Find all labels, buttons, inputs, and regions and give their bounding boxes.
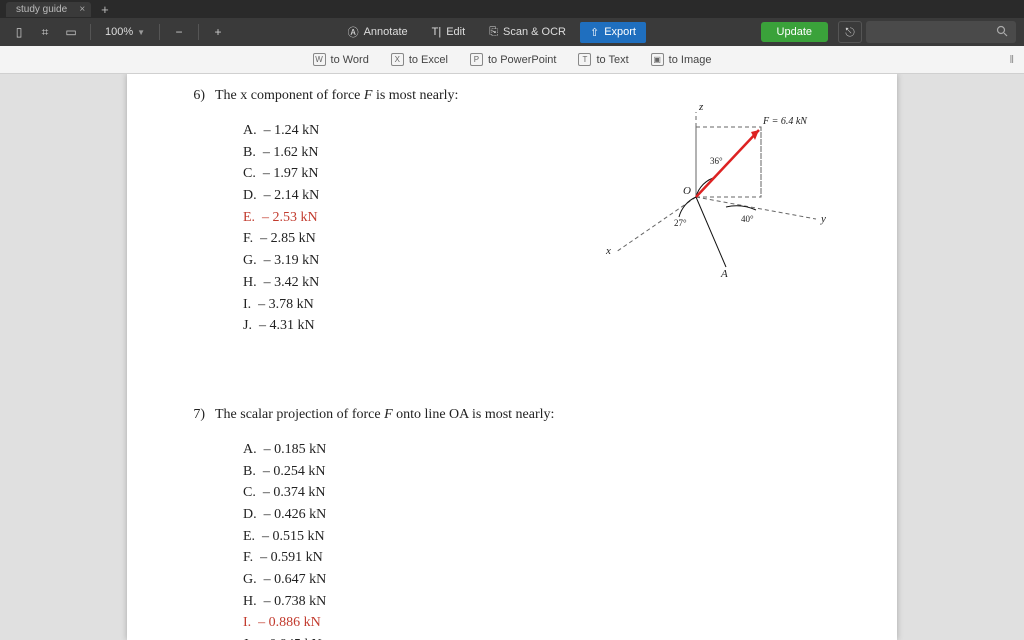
origin-label: O: [683, 185, 691, 197]
ppt-icon: P: [470, 53, 483, 66]
to-word-button[interactable]: W to Word: [313, 53, 369, 66]
to-text-button[interactable]: T to Text: [578, 53, 628, 66]
view-mode-icon[interactable]: ▭: [60, 22, 82, 42]
zoom-control[interactable]: 100% ▼: [99, 26, 151, 38]
annotate-label: Annotate: [364, 26, 408, 38]
annotate-icon: Ⓐ: [348, 24, 359, 40]
answer-option: J. – 0.945 kN: [243, 634, 837, 640]
text-icon: T: [578, 53, 591, 66]
document-page: 6) The x component of force F is most ne…: [127, 74, 897, 640]
q6-text-a: The x component of force: [215, 88, 364, 103]
separator: [90, 24, 91, 40]
answer-option: A. – 0.185 kN: [243, 439, 837, 461]
axis-y-label: y: [820, 213, 826, 225]
update-label: Update: [777, 26, 812, 38]
annotate-button[interactable]: Ⓐ Annotate: [338, 20, 418, 44]
answer-option: H. – 0.738 kN: [243, 591, 837, 613]
axis-z-label: z: [698, 102, 704, 113]
answer-option: F. – 0.591 kN: [243, 547, 837, 569]
image-icon: ▣: [651, 53, 664, 66]
export-toolbar: W to Word X to Excel P to PowerPoint T t…: [0, 46, 1024, 74]
word-icon: W: [313, 53, 326, 66]
to-text-label: to Text: [596, 54, 628, 66]
to-word-label: to Word: [331, 54, 369, 66]
question-7: 7) The scalar projection of force F onto…: [187, 407, 837, 423]
scan-icon: ⎘: [489, 26, 498, 39]
q7-text-b: onto line OA is most nearly:: [393, 407, 555, 422]
close-icon[interactable]: ×: [79, 4, 85, 15]
axis-x-label: x: [605, 245, 611, 257]
answer-option: E. – 0.515 kN: [243, 526, 837, 548]
zoom-out-button[interactable]: −: [168, 22, 190, 42]
separator: [159, 24, 160, 40]
answer-option: C. – 0.374 kN: [243, 482, 837, 504]
tab-title: study guide: [16, 4, 67, 15]
answer-option: J. – 4.31 kN: [243, 315, 837, 337]
answer-option: B. – 0.254 kN: [243, 461, 837, 483]
main-toolbar: ▯ ⌗ ▭ 100% ▼ − + Ⓐ Annotate T| Edit ⎘ Sc…: [0, 18, 1024, 46]
answer-option: D. – 0.426 kN: [243, 504, 837, 526]
force-label: F = 6.4 kN: [762, 116, 808, 127]
angle-40: 40°: [741, 214, 754, 224]
tab-bar: study guide × +: [0, 0, 1024, 18]
edit-button[interactable]: T| Edit: [422, 22, 476, 42]
force-diagram: z y x O A F = 6.4 kN 36° 27° 40°: [591, 102, 841, 292]
excel-icon: X: [391, 53, 404, 66]
zoom-in-button[interactable]: +: [207, 22, 229, 42]
scan-label: Scan & OCR: [503, 26, 566, 38]
separator: [198, 24, 199, 40]
search-input[interactable]: [866, 21, 1016, 43]
share-button[interactable]: ⎋: [838, 21, 862, 43]
scan-ocr-button[interactable]: ⎘ Scan & OCR: [479, 22, 576, 43]
export-icon: ⇧: [590, 26, 599, 39]
to-powerpoint-button[interactable]: P to PowerPoint: [470, 53, 556, 66]
to-excel-button[interactable]: X to Excel: [391, 53, 448, 66]
zoom-value: 100%: [105, 26, 133, 38]
q6-text-b: is most nearly:: [372, 88, 458, 103]
q7-text-a: The scalar projection of force: [215, 407, 384, 422]
export-button[interactable]: ⇧ Export: [580, 22, 646, 43]
chevron-down-icon: ▼: [137, 28, 145, 37]
update-button[interactable]: Update: [761, 22, 828, 42]
answer-option: G. – 0.647 kN: [243, 569, 837, 591]
document-viewport[interactable]: 6) The x component of force F is most ne…: [0, 74, 1024, 640]
search-icon: [996, 25, 1008, 40]
to-image-label: to Image: [669, 54, 712, 66]
q7-number: 7): [187, 407, 215, 423]
answer-option: I. – 3.78 kN: [243, 294, 837, 316]
edit-label: Edit: [446, 26, 465, 38]
angle-27: 27°: [674, 218, 687, 228]
thumbnails-icon[interactable]: ⌗: [34, 22, 56, 42]
q7-text: The scalar projection of force F onto li…: [215, 407, 837, 423]
edit-icon: T|: [432, 26, 442, 38]
point-a-label: A: [720, 268, 728, 280]
angle-36: 36°: [710, 156, 723, 166]
tab-add-button[interactable]: +: [95, 2, 115, 17]
to-image-button[interactable]: ▣ to Image: [651, 53, 712, 66]
export-label: Export: [604, 26, 636, 38]
tab-study-guide[interactable]: study guide ×: [6, 2, 91, 17]
answer-option: I. – 0.886 kN: [243, 612, 837, 634]
sidebar-toggle-icon[interactable]: ▯: [8, 22, 30, 42]
to-excel-label: to Excel: [409, 54, 448, 66]
q7-text-f: F: [384, 407, 393, 422]
collapse-handle[interactable]: ‖: [1009, 54, 1014, 66]
q6-number: 6): [187, 88, 215, 104]
to-ppt-label: to PowerPoint: [488, 54, 556, 66]
q7-answers: A. – 0.185 kNB. – 0.254 kNC. – 0.374 kND…: [243, 439, 837, 640]
